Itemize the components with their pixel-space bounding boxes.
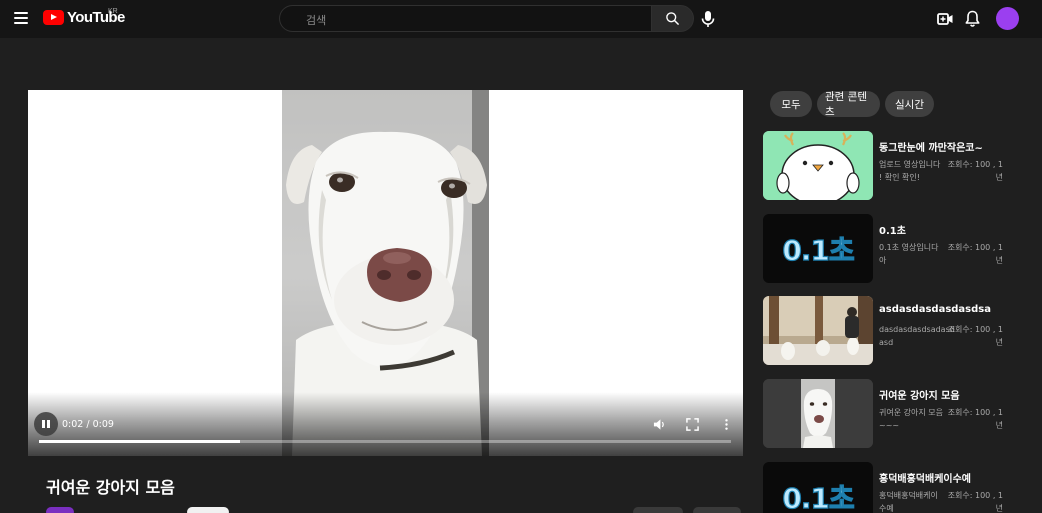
subscribe-button[interactable]	[187, 507, 229, 513]
search-input[interactable]: 검색	[279, 5, 651, 32]
thumbnail-text-art: 0.1초	[763, 462, 873, 513]
video-thumbnail[interactable]	[763, 296, 873, 365]
menu-icon[interactable]	[14, 12, 28, 24]
search-icon	[666, 12, 679, 25]
thumbnail-text: 0.1초	[782, 233, 856, 267]
recommendation-item[interactable]: 동그란눈에 까만작은코~ 업로드 영상입니다 ! 확인 확인! 조회수: 100…	[763, 131, 1042, 201]
recommendation-desc: 홍덕배홍덕배케이수예	[879, 491, 938, 513]
chip-related[interactable]: 관련 콘텐츠	[817, 91, 880, 118]
video-thumbnail[interactable]: 0.1초	[763, 214, 873, 283]
recommendation-desc: 귀여운 강아지 모음~~~	[879, 408, 943, 430]
region-code: KR	[108, 8, 118, 15]
recommendation-desc: 0.1초 영상입니다아	[879, 243, 939, 265]
recommendation-item[interactable]: asdasdasdasdasdsa dasdasdasdsadasdasd 조회…	[763, 296, 1042, 366]
recommendation-item[interactable]: 귀여운 강아지 모음 귀여운 강아지 모음~~~ 조회수: 100 , 1년	[763, 379, 1042, 449]
volume-icon[interactable]	[653, 418, 666, 431]
youtube-play-logo-icon	[43, 10, 64, 25]
recommendation-title[interactable]: asdasdasdasdasdsa	[879, 304, 1039, 315]
controls-gradient	[28, 392, 743, 456]
recommendation-views: 조회수: 100 , 1년	[947, 325, 1003, 347]
thumbnail-text-art: 0.1초	[763, 214, 873, 283]
channel-avatar[interactable]	[46, 507, 74, 513]
thumbnail-text: 0.1초	[782, 481, 856, 513]
dog-photo-image	[763, 379, 873, 448]
avatar[interactable]	[996, 7, 1019, 30]
recommendation-desc: 업로드 영상입니다 ! 확인 확인!	[879, 160, 941, 182]
video-thumbnail[interactable]	[763, 379, 873, 448]
recommendation-item[interactable]: 0.1초 홍덕배홍덕배케이수예 홍덕배홍덕배케이수예 조회수: 100 , 1년	[763, 462, 1042, 513]
like-button[interactable]	[633, 507, 683, 513]
search-placeholder: 검색	[306, 14, 327, 27]
recommendation-title[interactable]: 동그란눈에 까만작은코~	[879, 139, 1039, 154]
pause-icon	[42, 420, 50, 428]
more-options-icon[interactable]	[720, 418, 733, 431]
recommendation-views: 조회수: 100 , 1년	[947, 160, 1003, 182]
video-title: 귀여운 강아지 모음	[46, 478, 175, 497]
video-thumbnail[interactable]	[763, 131, 873, 200]
mic-icon[interactable]	[700, 10, 716, 28]
recommendation-views: 조회수: 100 , 1년	[947, 408, 1003, 430]
recommendation-views: 조회수: 100 , 1년	[947, 243, 1003, 265]
recommendation-title[interactable]: 홍덕배홍덕배케이수예	[879, 470, 1039, 485]
recommendation-title[interactable]: 귀여운 강아지 모음	[879, 387, 1039, 402]
fullscreen-icon[interactable]	[686, 418, 699, 431]
room-photo-image	[763, 296, 873, 365]
chip-all[interactable]: 모두	[770, 91, 812, 117]
cartoon-creature-image	[763, 131, 873, 200]
video-player[interactable]: 0:02 / 0:09	[28, 90, 743, 456]
top-bar: YouTube KR 검색	[0, 0, 1042, 38]
bell-icon[interactable]	[965, 10, 980, 28]
search-button[interactable]	[651, 5, 694, 32]
progress-bar[interactable]	[39, 440, 731, 443]
recommendation-views: 조회수: 100 , 1년	[947, 491, 1003, 513]
progress-bar-fill	[39, 440, 240, 443]
video-thumbnail[interactable]: 0.1초	[763, 462, 873, 513]
recommendation-title[interactable]: 0.1초	[879, 222, 1039, 237]
time-display: 0:02 / 0:09	[62, 419, 114, 430]
create-video-icon[interactable]	[937, 9, 954, 29]
filter-chips: 모두 관련 콘텐츠 실시간	[770, 91, 934, 118]
chip-live[interactable]: 실시간	[885, 91, 934, 117]
share-button[interactable]	[693, 507, 741, 513]
recommendation-item[interactable]: 0.1초 0.1초 0.1초 영상입니다아 조회수: 100 , 1년	[763, 214, 1042, 284]
pause-button[interactable]	[34, 412, 58, 436]
